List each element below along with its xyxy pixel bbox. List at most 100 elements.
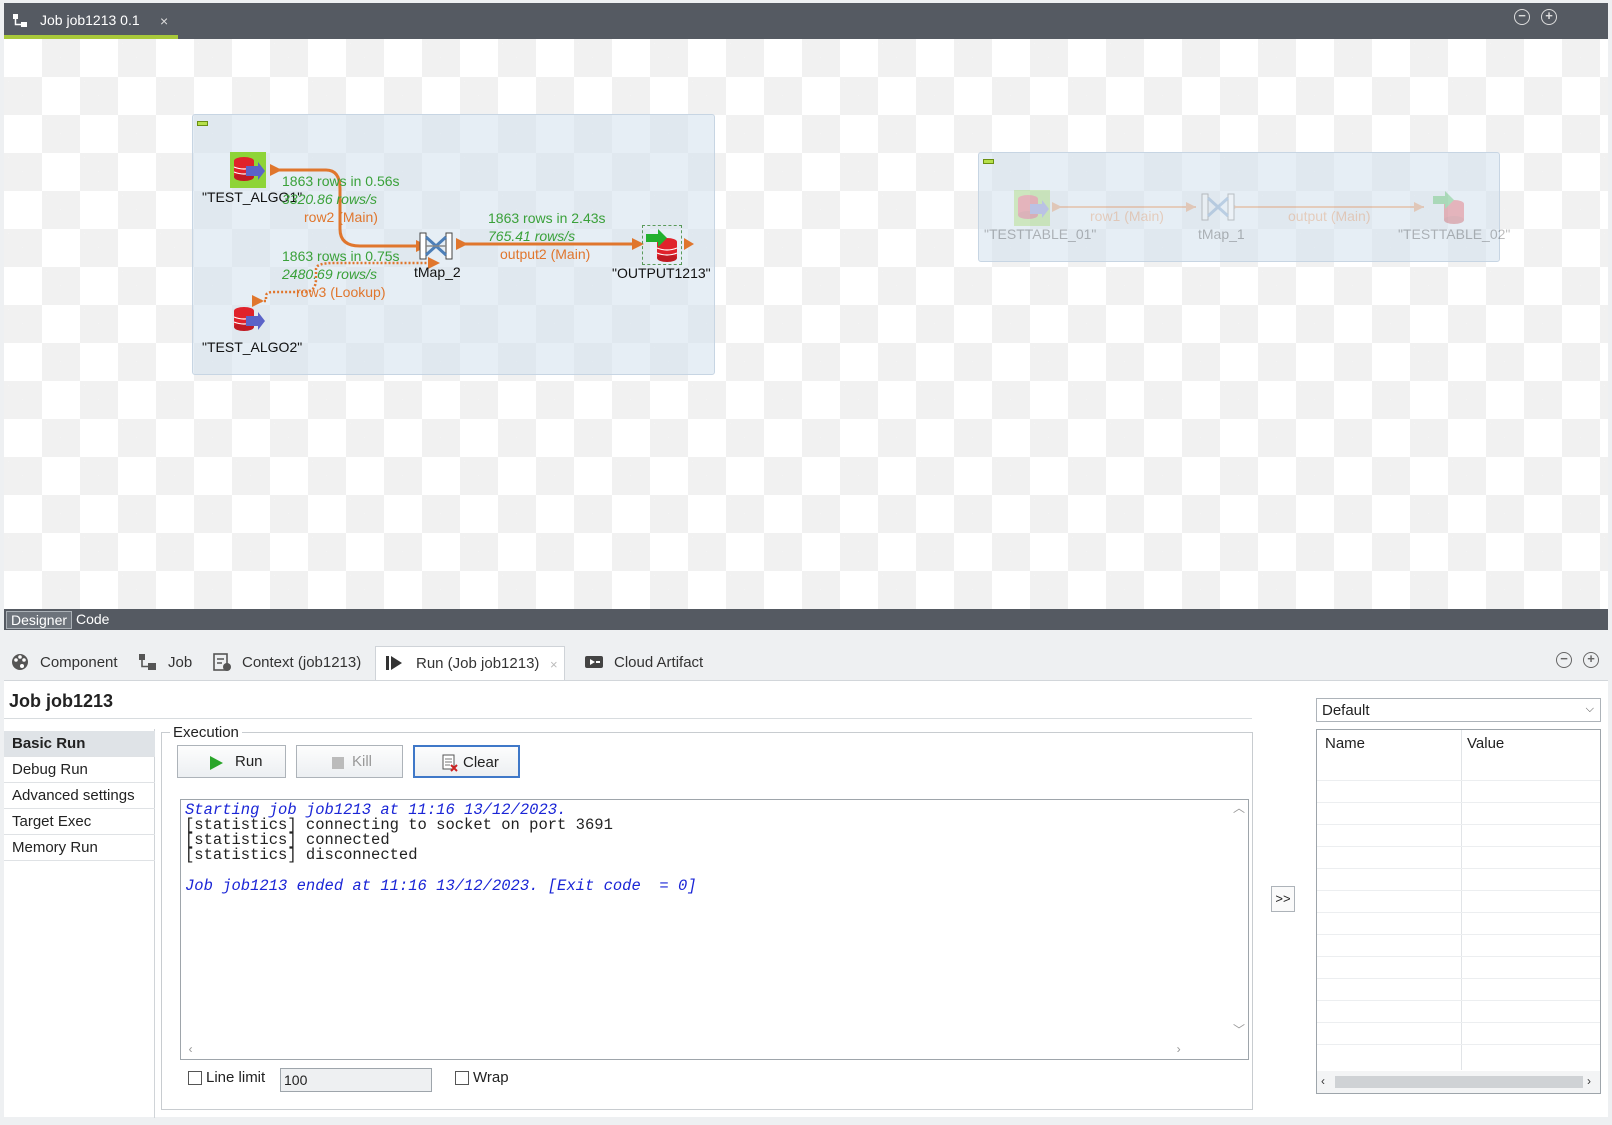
clear-icon [442,754,458,772]
clear-button[interactable]: Clear [413,745,520,778]
context-select-value: Default [1322,702,1370,719]
scroll-right-icon[interactable]: › [1175,1043,1182,1058]
close-icon[interactable]: × [550,657,558,672]
component-tmap1-label: tMap_1 [1198,226,1245,242]
tmap-icon[interactable] [418,229,454,263]
wrap-label: Wrap [473,1069,509,1086]
tab-cloud-artifact-label: Cloud Artifact [614,654,704,671]
scroll-left-icon[interactable]: ‹ [187,1043,194,1058]
close-icon[interactable]: × [160,13,168,29]
table-row [1317,978,1600,979]
table-row [1317,1044,1600,1045]
table-row [1317,1022,1600,1023]
run-panel: Job job1213 Basic Run Debug Run Advanced… [4,680,1608,1118]
table-row [1317,912,1600,913]
db-output-icon[interactable] [1430,188,1470,228]
row3-rate: 2480.69 rows/s [282,266,377,282]
console-output[interactable]: Starting job job1213 at 11:16 13/12/2023… [180,799,1249,1060]
editor-tab-title: Job job1213 0.1 [40,12,140,28]
tab-code[interactable]: Code [72,611,113,629]
db-input-icon[interactable] [1014,190,1050,226]
line-limit-checkbox[interactable] [188,1071,202,1085]
run-button-label: Run [235,753,263,770]
output2-name[interactable]: output2 (Main) [500,246,590,262]
component-output1213-label: "OUTPUT1213" [612,265,711,281]
maximize-icon[interactable]: + [1541,9,1557,25]
kill-button-label: Kill [352,753,373,770]
kill-button[interactable]: Kill [296,745,403,778]
scroll-right-icon[interactable]: › [1587,1074,1591,1088]
tmap-icon[interactable] [1200,190,1236,224]
table-row [1317,1000,1600,1001]
clear-button-label: Clear [463,754,499,771]
output2-rate: 765.41 rows/s [488,228,576,244]
editor-tab-bar: Job job1213 0.1 × − + [4,3,1608,39]
row3-name[interactable]: row3 (Lookup) [296,284,386,300]
column-divider [1461,730,1462,1070]
db-input-icon[interactable] [230,302,266,338]
tab-component[interactable]: Component [10,652,122,678]
tab-run[interactable]: Run (Job job1213) × [375,646,565,680]
db-output-icon[interactable] [642,225,682,265]
table-row [1317,934,1600,935]
nav-advanced-settings[interactable]: Advanced settings [4,783,155,809]
row2-name[interactable]: row2 (Main) [304,209,378,225]
console-line: [statistics] disconnected [185,846,418,864]
page-title: Job job1213 [9,691,114,711]
table-row [1317,824,1600,825]
play-icon [210,756,223,770]
expand-context-button[interactable]: >> [1271,886,1295,912]
column-header-value[interactable]: Value [1467,735,1504,752]
scroll-left-icon[interactable]: ‹ [1321,1074,1325,1088]
palette-icon [12,654,28,670]
flow-connections-2 [1052,202,1424,212]
db-input-icon[interactable] [230,152,266,188]
table-row [1317,890,1600,891]
maximize-icon[interactable]: + [1583,652,1599,668]
run-button[interactable]: Run [177,745,286,778]
horizontal-scrollbar[interactable]: ‹ › [1317,1071,1600,1093]
chevron-down-icon[interactable]: ⌵ [1586,703,1594,716]
scrollbar-thumb[interactable] [1335,1076,1583,1088]
run-icon [386,656,402,670]
column-header-name[interactable]: Name [1325,735,1365,752]
scroll-down-icon[interactable]: ﹀ [1233,1024,1245,1039]
row1-name[interactable]: row1 (Main) [1090,208,1164,224]
row3-stat: 1863 rows in 0.75s [282,248,400,264]
minimize-icon[interactable]: − [1556,652,1572,668]
horizontal-scrollbar[interactable]: ‹ › [181,1043,1229,1059]
design-canvas[interactable]: "TEST_ALGO1" "TEST_ALGO2" tMap_2 "OUTPUT… [4,39,1608,609]
context-icon [213,653,231,671]
tab-designer[interactable]: Designer [6,611,73,629]
editor-mode-bar: Designer Code [4,609,1608,630]
component-tmap2-label: tMap_2 [414,264,461,280]
tab-cloud-artifact[interactable]: Cloud Artifact [584,652,724,678]
vertical-scrollbar[interactable]: ︿ ﹀ [1228,800,1248,1044]
minimize-icon[interactable]: − [1514,9,1530,25]
job-editor: Job job1213 0.1 × − + "TEST_ALGO1" "TEST… [4,3,1608,630]
subjob-2-contents: "TESTTABLE_01" tMap_1 "TESTTABLE_02" row… [978,152,1510,262]
component-testtable01-label: "TESTTABLE_01" [984,226,1097,242]
divider [4,718,1252,719]
nav-basic-run[interactable]: Basic Run [4,731,155,757]
scroll-up-icon[interactable]: ︿ [1233,802,1245,817]
nav-memory-run[interactable]: Memory Run [4,835,155,861]
tab-context[interactable]: Context (job1213) [212,652,372,678]
context-table[interactable]: Name Value ‹ › [1316,729,1601,1094]
execution-label: Execution [170,724,242,741]
output-name[interactable]: output (Main) [1288,208,1370,224]
tab-context-label: Context (job1213) [242,654,362,671]
context-select[interactable]: Default ⌵ [1316,698,1601,722]
nav-target-exec[interactable]: Target Exec [4,809,155,835]
tab-job[interactable]: Job [138,652,198,678]
tab-job-label: Job [168,654,193,671]
cloud-artifact-icon [585,656,603,668]
line-limit-input[interactable]: 100 [280,1068,432,1092]
table-row [1317,802,1600,803]
run-mode-nav: Basic Run Debug Run Advanced settings Ta… [4,729,155,1118]
nav-debug-run[interactable]: Debug Run [4,757,155,783]
editor-tab-job1213[interactable]: Job job1213 0.1 × [4,3,178,39]
component-testtable02-label: "TESTTABLE_02" [1398,226,1511,242]
wrap-checkbox[interactable] [455,1071,469,1085]
row2-rate: 3320.86 rows/s [282,191,377,207]
